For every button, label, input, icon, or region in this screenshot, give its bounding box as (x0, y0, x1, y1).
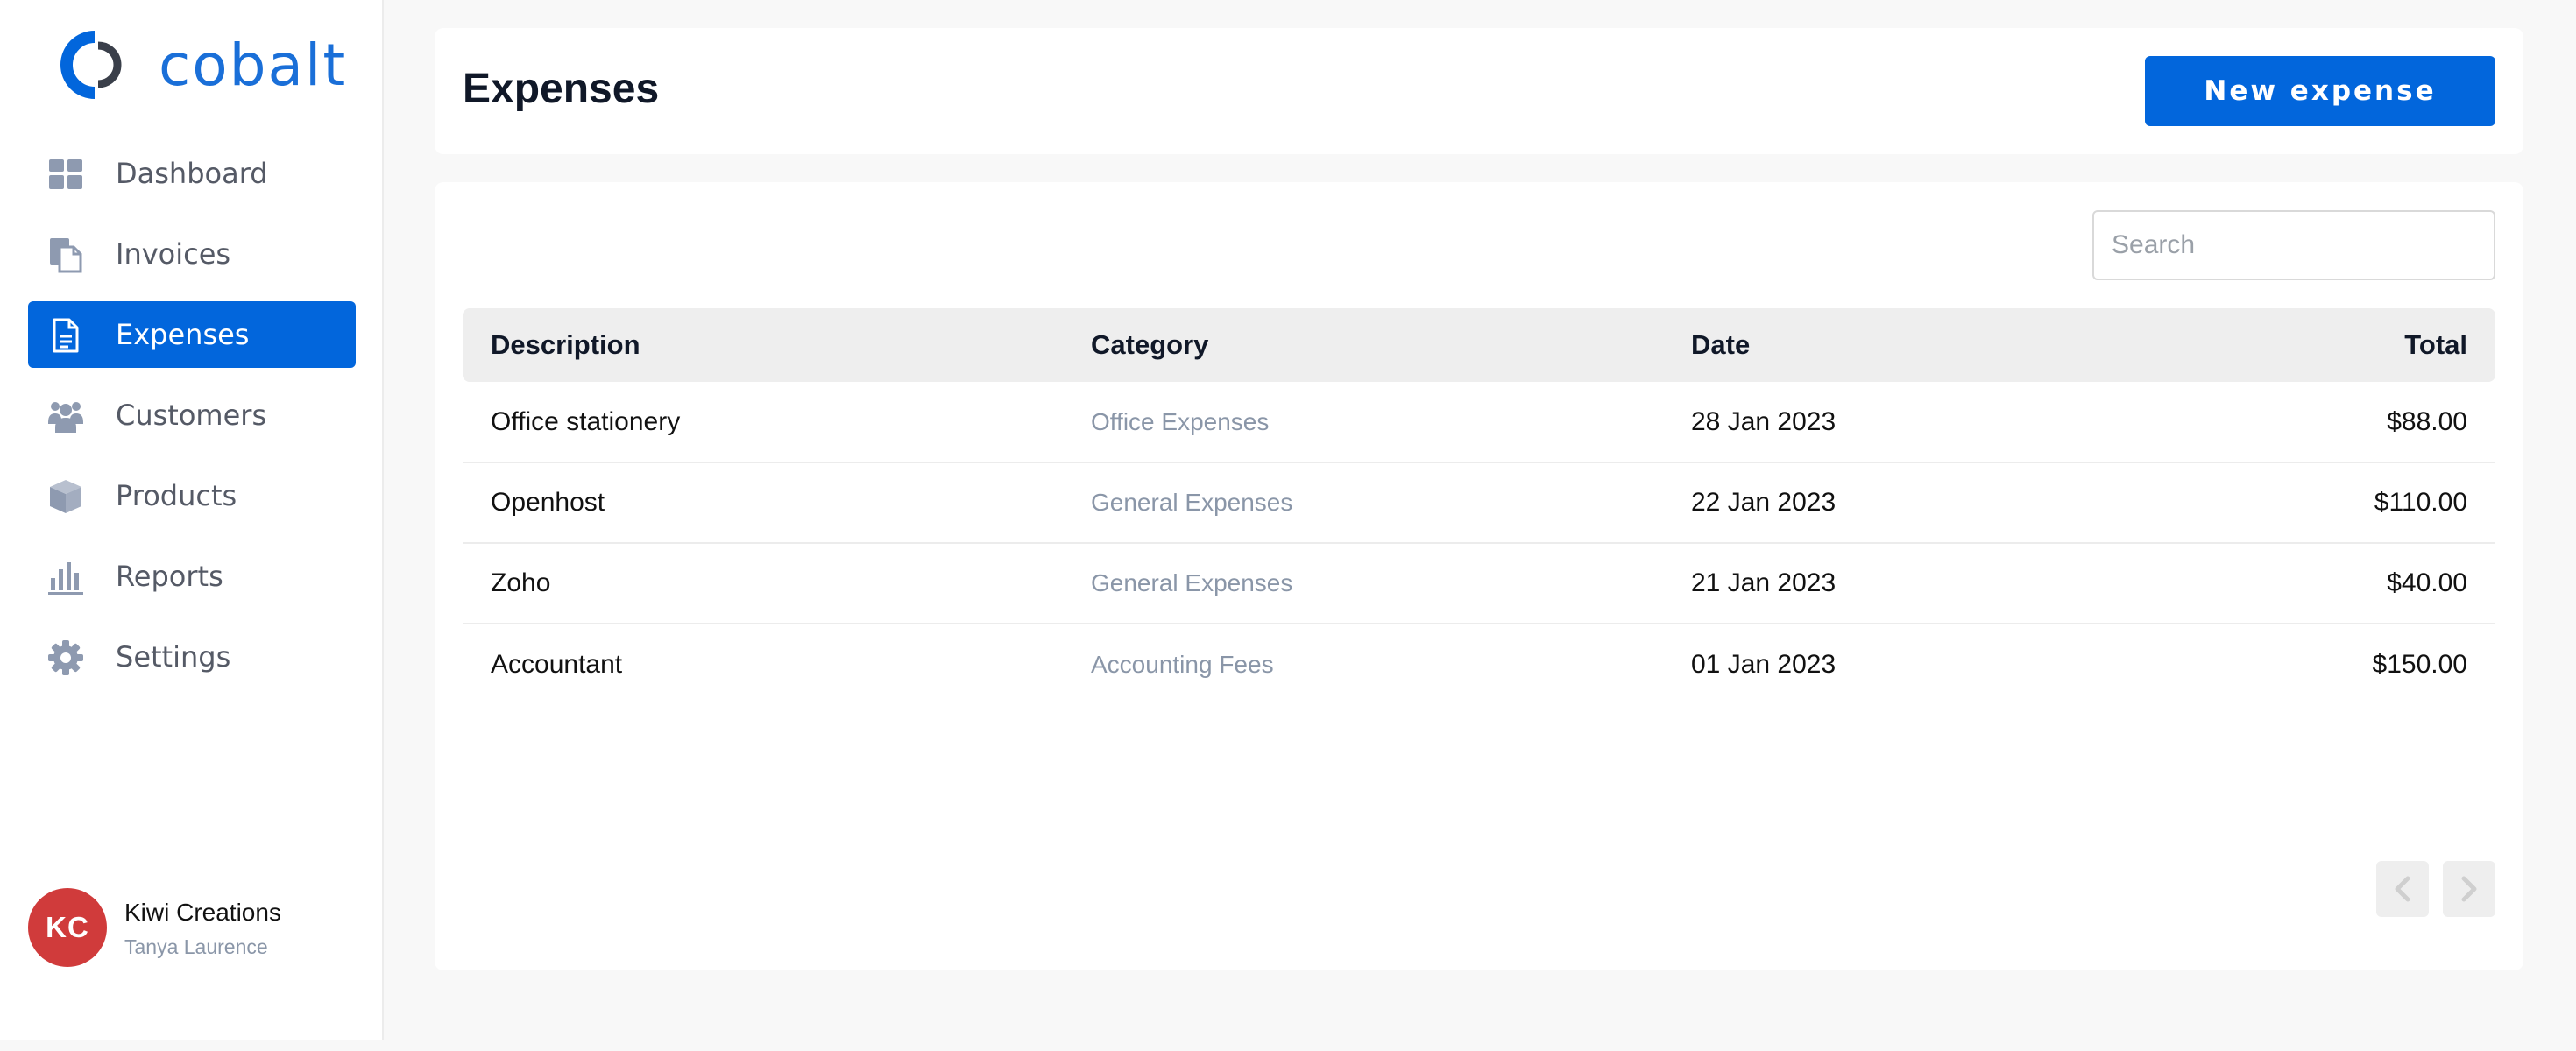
app-root: cobalt Dashboard Invoices Expenses Custo… (0, 0, 2576, 1051)
sidebar-item-label: Reports (116, 560, 223, 593)
reports-icon (48, 562, 83, 595)
cell-description: Accountant (491, 649, 623, 679)
search-input[interactable] (2092, 210, 2495, 280)
table-header-row: Description Category Date Total (463, 308, 2495, 382)
products-icon (50, 480, 81, 513)
column-header-category[interactable]: Category (1063, 308, 1663, 382)
next-page-button[interactable] (2443, 861, 2495, 917)
cell-date: 21 Jan 2023 (1663, 543, 2101, 624)
cell-category: Accounting Fees (1091, 650, 1274, 678)
user-profile[interactable]: KC Kiwi Creations Tanya Laurence (28, 888, 361, 969)
sidebar-item-label: Invoices (116, 237, 231, 271)
page-header: Expenses New expense (435, 28, 2523, 154)
cell-total: $88.00 (2101, 382, 2495, 463)
cobalt-logo-icon (60, 31, 122, 99)
chevron-right-icon (2461, 876, 2477, 902)
customers-icon (48, 402, 83, 433)
expenses-table: Description Category Date Total Office s… (463, 308, 2495, 704)
table-row[interactable]: Accountant Accounting Fees 01 Jan 2023 $… (463, 624, 2495, 704)
user-name: Tanya Laurence (124, 935, 268, 958)
cell-category: Office Expenses (1063, 382, 1663, 463)
pagination (2376, 861, 2495, 917)
cell-date: 28 Jan 2023 (1663, 382, 2101, 463)
cell-description: Office stationery (463, 382, 1063, 463)
column-header-date[interactable]: Date (1663, 308, 2101, 382)
dashboard-icon (49, 159, 82, 189)
cell-description: Openhost (463, 462, 1063, 544)
invoices-icon (50, 238, 82, 273)
chevron-left-icon (2395, 876, 2410, 902)
sidebar-item-reports[interactable]: Reports (28, 543, 356, 610)
brand-name: cobalt (159, 32, 348, 99)
expenses-icon (53, 318, 79, 353)
sidebar-item-label: Expenses (116, 318, 250, 351)
cell-category: General Expenses (1063, 462, 1663, 544)
page-title: Expenses (463, 66, 660, 112)
settings-icon (48, 640, 83, 675)
sidebar-item-settings[interactable]: Settings (28, 624, 356, 690)
sidebar-item-label: Products (116, 479, 237, 512)
sidebar-item-customers[interactable]: Customers (28, 382, 356, 448)
new-expense-button[interactable]: New expense (2145, 56, 2495, 126)
brand-logo[interactable]: cobalt (44, 25, 345, 105)
company-name: Kiwi Creations (124, 899, 281, 926)
sidebar-nav: Dashboard Invoices Expenses Customers Pr… (28, 140, 356, 704)
sidebar-item-invoices[interactable]: Invoices (28, 221, 356, 287)
column-header-description[interactable]: Description (463, 308, 1063, 382)
cell-date: 22 Jan 2023 (1663, 462, 2101, 544)
sidebar-item-label: Customers (116, 399, 267, 432)
cell-total: $150.00 (2372, 649, 2467, 679)
table-row[interactable]: Openhost General Expenses 22 Jan 2023 $1… (463, 462, 2495, 544)
table-row[interactable]: Office stationery Office Expenses 28 Jan… (463, 382, 2495, 463)
cell-total: $40.00 (2101, 543, 2495, 624)
column-header-total[interactable]: Total (2101, 308, 2495, 382)
expenses-panel: Description Category Date Total Office s… (435, 182, 2523, 970)
cell-total: $110.00 (2101, 462, 2495, 544)
sidebar-item-label: Settings (116, 640, 231, 674)
cell-description: Zoho (463, 543, 1063, 624)
sidebar: cobalt Dashboard Invoices Expenses Custo… (0, 0, 384, 1040)
previous-page-button[interactable] (2376, 861, 2429, 917)
sidebar-item-dashboard[interactable]: Dashboard (28, 140, 356, 207)
table-row[interactable]: Zoho General Expenses 21 Jan 2023 $40.00 (463, 543, 2495, 624)
sidebar-item-label: Dashboard (116, 157, 268, 190)
sidebar-item-products[interactable]: Products (28, 462, 356, 529)
avatar: KC (28, 888, 107, 967)
cell-category: General Expenses (1063, 543, 1663, 624)
cell-date: 01 Jan 2023 (1691, 649, 1836, 679)
sidebar-item-expenses[interactable]: Expenses (28, 301, 356, 368)
